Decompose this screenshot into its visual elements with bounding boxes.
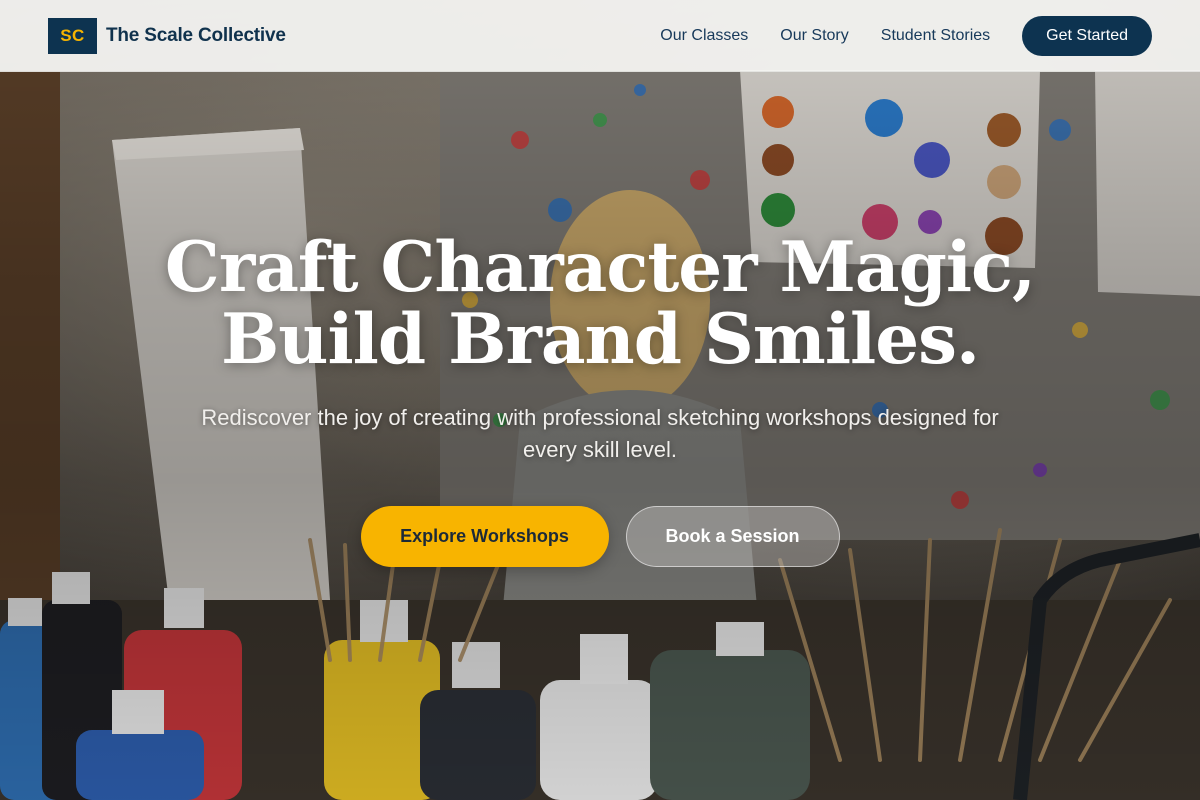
hero-title-line-2: Build Brand Smiles.	[220, 299, 980, 380]
book-session-button[interactable]: Book a Session	[625, 506, 840, 567]
hero-subtitle: Rediscover the joy of creating with prof…	[201, 405, 999, 462]
explore-workshops-button[interactable]: Explore Workshops	[360, 506, 609, 567]
nav-links: Our Classes Our Story Student Stories Ge…	[660, 15, 1152, 56]
brand-name: The Scale Collective	[106, 24, 286, 46]
logo-mark: SC	[48, 17, 97, 54]
hero-actions: Explore Workshops Book a Session	[0, 506, 1200, 567]
hero-section: Craft Character Magic, Build Brand Smile…	[0, 232, 1200, 567]
brand-logo-link[interactable]: SC The Scale Collective	[48, 17, 286, 54]
nav-link-student-stories[interactable]: Student Stories	[881, 27, 990, 45]
hero-title: Craft Character Magic, Build Brand Smile…	[0, 232, 1200, 376]
nav-link-our-story[interactable]: Our Story	[780, 27, 848, 45]
nav-link-our-classes[interactable]: Our Classes	[660, 27, 748, 45]
get-started-button[interactable]: Get Started	[1022, 15, 1152, 56]
hero-title-line-1: Craft Character Magic,	[164, 227, 1036, 308]
top-navigation-bar: SC The Scale Collective Our Classes Our …	[0, 0, 1200, 72]
